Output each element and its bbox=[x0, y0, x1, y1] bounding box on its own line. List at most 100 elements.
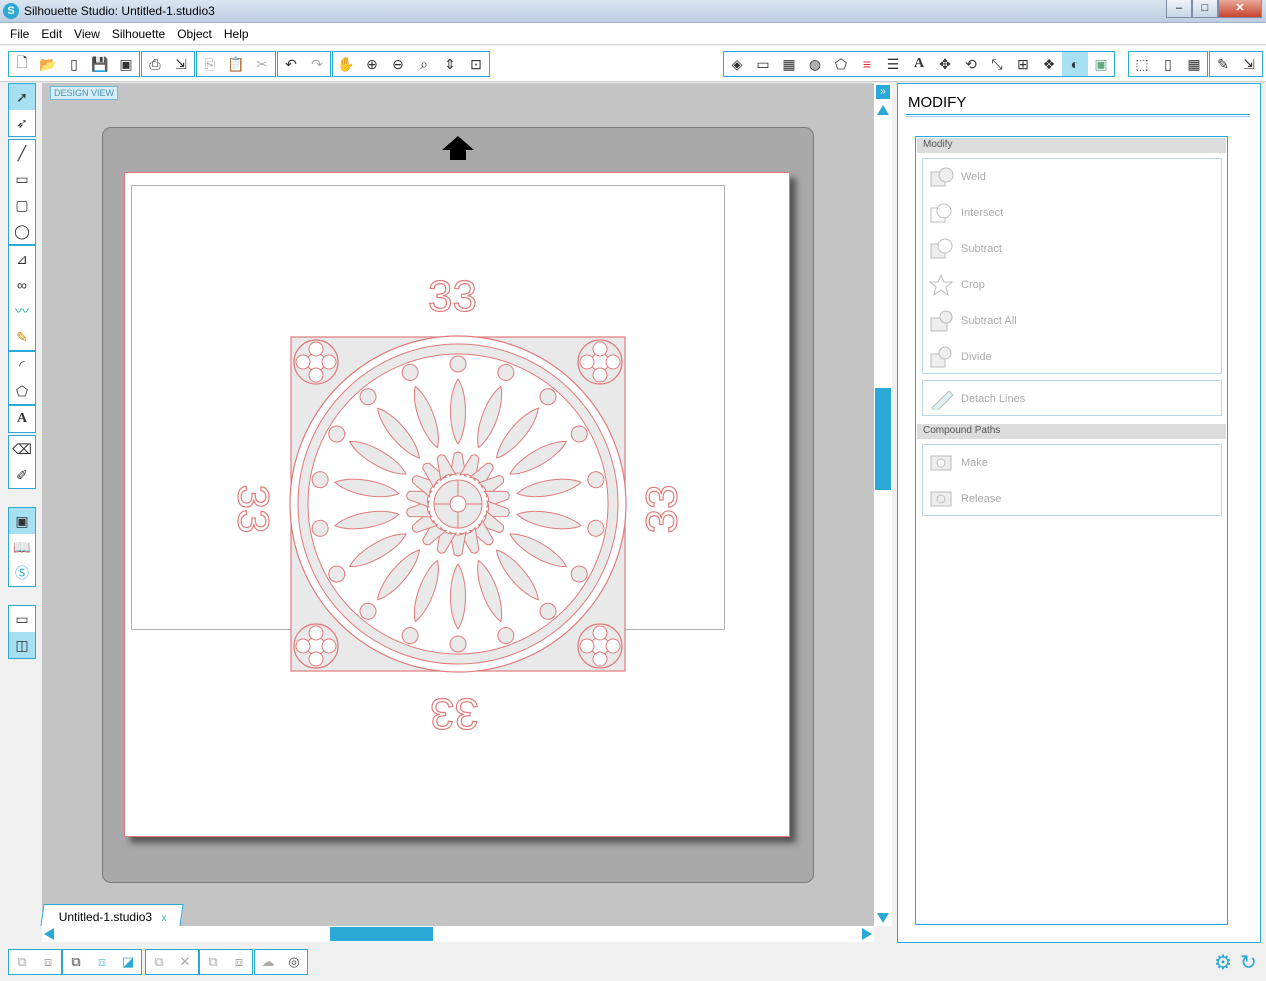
cut-icon[interactable]: ✂ bbox=[249, 52, 275, 76]
rose-window-design[interactable] bbox=[220, 270, 700, 740]
duplicate-icon[interactable]: ⧉ bbox=[146, 950, 172, 974]
transform-icon[interactable]: ✥ bbox=[932, 52, 958, 76]
vertical-scrollbar[interactable]: » bbox=[874, 83, 892, 926]
close-window-button[interactable]: ✕ bbox=[1218, 0, 1262, 18]
scroll-right-arrow-icon[interactable] bbox=[862, 928, 872, 940]
document-tab[interactable]: Untitled-1.studio3 x bbox=[40, 904, 184, 926]
text-style-icon[interactable]: A bbox=[906, 52, 932, 76]
undo-icon[interactable]: ↶ bbox=[278, 52, 304, 76]
text-tool-icon[interactable]: A bbox=[9, 406, 35, 432]
smooth-freehand-tool-icon[interactable]: ✎ bbox=[9, 324, 35, 350]
zoom-select-icon[interactable]: ⌕ bbox=[411, 52, 437, 76]
replicate-icon[interactable]: ❖ bbox=[1036, 52, 1062, 76]
offset-icon[interactable]: ▣ bbox=[1088, 52, 1114, 76]
line-style-icon[interactable]: ☰ bbox=[880, 52, 906, 76]
menu-edit[interactable]: Edit bbox=[35, 23, 68, 44]
page-setup-icon[interactable]: ▭ bbox=[750, 52, 776, 76]
edit-points-icon[interactable]: ➶ bbox=[9, 110, 35, 136]
vertical-scroll-thumb[interactable] bbox=[875, 388, 891, 490]
menu-file[interactable]: File bbox=[4, 23, 35, 44]
scale-icon[interactable]: ⤡ bbox=[984, 52, 1010, 76]
single-pane-icon[interactable]: ▭ bbox=[9, 606, 35, 632]
save-icon[interactable]: 💾 bbox=[87, 52, 113, 76]
horizontal-scroll-thumb[interactable] bbox=[330, 927, 433, 941]
fill-pattern-icon[interactable]: ⬠ bbox=[828, 52, 854, 76]
pan-hand-icon[interactable]: ✋ bbox=[333, 52, 359, 76]
modify-panel-icon[interactable]: ◐ bbox=[1062, 52, 1088, 76]
select-arrow-icon[interactable]: ➚ bbox=[9, 84, 35, 110]
design-number-left[interactable]: 33 bbox=[227, 484, 278, 534]
drag-zoom-icon[interactable]: ⇕ bbox=[437, 52, 463, 76]
library-icon[interactable]: ▯ bbox=[61, 52, 87, 76]
send-to-silhouette-icon[interactable]: ⇲ bbox=[168, 52, 194, 76]
fill-color-icon[interactable]: ◍ bbox=[802, 52, 828, 76]
rounded-rectangle-tool-icon[interactable]: ▢ bbox=[9, 192, 35, 218]
detach-lines-button[interactable]: Detach Lines bbox=[923, 381, 1221, 417]
open-folder-icon[interactable]: 📂 bbox=[35, 52, 61, 76]
menu-view[interactable]: View bbox=[68, 23, 106, 44]
new-document-icon[interactable]: 🗋 bbox=[9, 52, 35, 76]
curve-tool-icon[interactable]: ∞ bbox=[9, 272, 35, 298]
copy-icon[interactable]: ⎘ bbox=[197, 52, 223, 76]
menu-silhouette[interactable]: Silhouette bbox=[106, 23, 171, 44]
design-view-icon[interactable]: ▣ bbox=[9, 508, 35, 534]
rectangle-tool-icon[interactable]: ▭ bbox=[9, 166, 35, 192]
paste-icon[interactable]: 📋 bbox=[223, 52, 249, 76]
zoom-in-icon[interactable]: ⊕ bbox=[359, 52, 385, 76]
delete-icon[interactable]: ✕ bbox=[172, 950, 198, 974]
grid-settings-icon[interactable]: ◈ bbox=[724, 52, 750, 76]
split-pane-icon[interactable]: ◫ bbox=[9, 632, 35, 658]
refresh-icon[interactable]: ↻ bbox=[1240, 950, 1257, 975]
align-icon[interactable]: ⊞ bbox=[1010, 52, 1036, 76]
trace-icon[interactable]: ⬚ bbox=[1129, 52, 1155, 76]
design-number-right[interactable]: 33 bbox=[637, 484, 687, 534]
regular-polygon-tool-icon[interactable]: ⬠ bbox=[9, 378, 35, 404]
library-view-icon[interactable]: 📖 bbox=[9, 534, 35, 560]
weld-button[interactable]: Weld bbox=[923, 159, 1221, 195]
settings-gear-icon[interactable]: ⚙ bbox=[1214, 950, 1232, 975]
redo-icon[interactable]: ↷ bbox=[304, 52, 330, 76]
crop-button[interactable]: Crop bbox=[923, 267, 1221, 303]
weld-shortcut-icon[interactable]: ☁ bbox=[255, 950, 281, 974]
fit-to-page-icon[interactable]: ⊡ bbox=[463, 52, 489, 76]
close-tab-icon[interactable]: x bbox=[162, 913, 167, 924]
release-compound-path-icon[interactable]: ⧈ bbox=[89, 950, 115, 974]
freehand-tool-icon[interactable]: 〰 bbox=[9, 298, 35, 324]
cut-settings-icon[interactable]: ✎ bbox=[1210, 52, 1236, 76]
rotate-icon[interactable]: ⟲ bbox=[958, 52, 984, 76]
scroll-down-arrow-icon[interactable] bbox=[877, 913, 889, 923]
maximize-button[interactable]: □ bbox=[1192, 0, 1218, 18]
scroll-left-arrow-icon[interactable] bbox=[44, 928, 54, 940]
eraser-tool-icon[interactable]: ⌫ bbox=[9, 436, 35, 462]
registration-marks-icon[interactable]: ▯ bbox=[1155, 52, 1181, 76]
ellipse-tool-icon[interactable]: ◯ bbox=[9, 218, 35, 244]
divide-button[interactable]: Divide bbox=[923, 339, 1221, 375]
grid-icon[interactable]: ▦ bbox=[776, 52, 802, 76]
zoom-out-icon[interactable]: ⊖ bbox=[385, 52, 411, 76]
subtract-all-button[interactable]: Subtract All bbox=[923, 303, 1221, 339]
arc-tool-icon[interactable]: ◜ bbox=[9, 352, 35, 378]
line-tool-icon[interactable]: ╱ bbox=[9, 140, 35, 166]
group-icon[interactable]: ⧉ bbox=[9, 950, 35, 974]
design-number-top[interactable]: 33 bbox=[427, 271, 477, 322]
collapse-panel-icon[interactable]: » bbox=[876, 85, 890, 99]
send-backward-icon[interactable]: ⧉ bbox=[200, 950, 226, 974]
horizontal-scrollbar[interactable] bbox=[42, 926, 874, 942]
print-icon[interactable]: ⎙ bbox=[142, 52, 168, 76]
subtract-button[interactable]: Subtract bbox=[923, 231, 1221, 267]
menu-help[interactable]: Help bbox=[218, 23, 255, 44]
line-color-icon[interactable]: ≡ bbox=[854, 52, 880, 76]
make-compound-path-icon[interactable]: ⧉ bbox=[63, 950, 89, 974]
make-compound-path-button[interactable]: Make bbox=[923, 445, 1221, 481]
offset-shortcut-icon[interactable]: ◎ bbox=[281, 950, 307, 974]
grid-view-icon[interactable]: ▦ bbox=[1181, 52, 1207, 76]
release-compound-path-button[interactable]: Release bbox=[923, 481, 1221, 517]
bring-to-front-icon[interactable]: ◪ bbox=[115, 950, 141, 974]
ungroup-icon[interactable]: ⧈ bbox=[35, 950, 61, 974]
minimize-button[interactable]: – bbox=[1166, 0, 1192, 18]
scroll-up-arrow-icon[interactable] bbox=[877, 105, 889, 115]
bring-forward-icon[interactable]: ⧈ bbox=[226, 950, 252, 974]
design-number-bottom[interactable]: 33 bbox=[429, 688, 479, 738]
save-to-library-icon[interactable]: ▣ bbox=[113, 52, 139, 76]
polygon-tool-icon[interactable]: ⊿ bbox=[9, 246, 35, 272]
